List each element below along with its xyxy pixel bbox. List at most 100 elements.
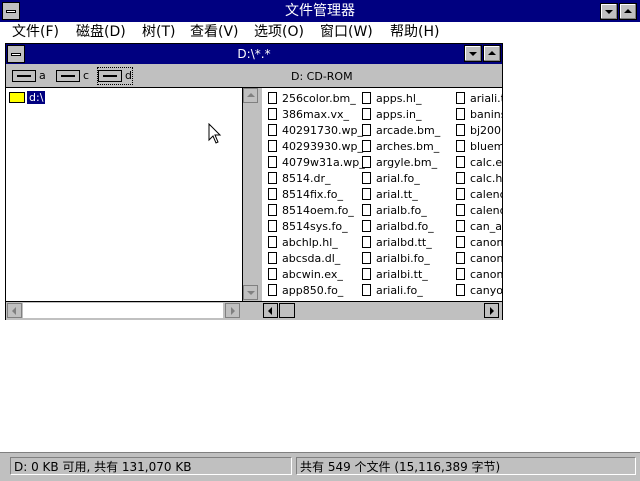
file-item[interactable]: canon — [456, 234, 502, 250]
child-minimize-button[interactable] — [464, 45, 482, 62]
file-item[interactable]: bj200. — [456, 122, 502, 138]
file-name: 256color.bm_ — [282, 91, 356, 105]
file-scroll-left-button[interactable] — [263, 303, 278, 318]
file-item[interactable]: arialbi.fo_ — [362, 250, 440, 266]
menu-disk[interactable]: 磁盘(D) — [76, 23, 126, 41]
file-icon — [456, 124, 465, 136]
file-icon — [268, 252, 277, 264]
file-icon — [268, 204, 277, 216]
file-name: 8514fix.fo_ — [282, 187, 344, 201]
file-item[interactable]: 8514oem.fo_ — [268, 202, 365, 218]
menu-view[interactable]: 查看(V) — [190, 23, 239, 41]
file-item[interactable]: arialbi.tt_ — [362, 266, 440, 282]
child-maximize-button[interactable] — [483, 45, 501, 62]
file-icon — [362, 140, 371, 152]
file-item[interactable]: calend — [456, 186, 502, 202]
file-name: arialbd.tt_ — [376, 235, 432, 249]
scroll-track[interactable] — [23, 303, 223, 318]
file-item[interactable]: abcsda.dl_ — [268, 250, 365, 266]
file-item[interactable]: app850.fo_ — [268, 282, 365, 298]
file-name: can_a — [470, 219, 502, 233]
file-item[interactable]: canyo — [456, 282, 502, 298]
file-horizontal-scrollbar[interactable] — [262, 301, 502, 320]
file-icon — [268, 188, 277, 200]
file-item[interactable]: arialbd.tt_ — [362, 234, 440, 250]
file-item[interactable]: abchlp.hl_ — [268, 234, 365, 250]
split-bar[interactable] — [242, 301, 262, 320]
file-icon — [456, 108, 465, 120]
file-item[interactable]: arial.fo_ — [362, 170, 440, 186]
maximize-button[interactable] — [619, 3, 637, 20]
file-item[interactable]: 8514sys.fo_ — [268, 218, 365, 234]
file-item[interactable]: apps.in_ — [362, 106, 440, 122]
scroll-down-button[interactable] — [243, 285, 258, 300]
file-item[interactable]: arial.tt_ — [362, 186, 440, 202]
file-item[interactable]: arialbd.fo_ — [362, 218, 440, 234]
file-item[interactable]: 8514fix.fo_ — [268, 186, 365, 202]
file-icon — [362, 172, 371, 184]
file-icon — [362, 92, 371, 104]
file-name: canon — [470, 235, 502, 249]
file-icon — [456, 236, 465, 248]
file-item[interactable]: abcwin.ex_ — [268, 266, 365, 282]
file-name: arial.tt_ — [376, 187, 418, 201]
file-item[interactable]: canon — [456, 266, 502, 282]
menu-window[interactable]: 窗口(W) — [320, 23, 373, 41]
file-scroll-track[interactable] — [297, 303, 482, 318]
directory-window-title-bar[interactable]: D:\*.* — [6, 44, 502, 64]
menu-tree[interactable]: 树(T) — [142, 23, 175, 41]
file-item[interactable]: banins — [456, 106, 502, 122]
file-item[interactable]: 4079w31a.wp_ — [268, 154, 365, 170]
file-icon — [268, 284, 277, 296]
file-name: apps.hl_ — [376, 91, 422, 105]
file-item[interactable]: arcade.bm_ — [362, 122, 440, 138]
file-item[interactable]: calend — [456, 202, 502, 218]
file-item[interactable]: 8514.dr_ — [268, 170, 365, 186]
file-name: bluem — [470, 139, 502, 153]
file-icon — [268, 140, 277, 152]
drive-d[interactable]: d — [97, 67, 133, 85]
directory-tree-pane[interactable]: d:\ — [6, 88, 243, 301]
file-item[interactable]: calc.e — [456, 154, 502, 170]
scroll-right-button[interactable] — [225, 303, 240, 318]
mouse-pointer-icon — [208, 123, 222, 144]
drive-c[interactable]: c — [56, 68, 89, 84]
file-list-pane[interactable]: 256color.bm_ 386max.vx_ 40291730.wp_ 402939… — [262, 88, 502, 301]
tree-vertical-scrollbar[interactable] — [242, 88, 259, 301]
file-item[interactable]: 40293930.wp_ — [268, 138, 365, 154]
file-item[interactable]: bluem — [456, 138, 502, 154]
drive-a[interactable]: a — [12, 68, 46, 84]
file-name: arialb.fo_ — [376, 203, 427, 217]
file-icon — [268, 220, 277, 232]
tree-item-root[interactable]: d:\ — [9, 90, 46, 104]
file-column-2: apps.hl_ apps.in_ arcade.bm_ arches.bm_ argy… — [362, 90, 440, 298]
file-name: banins — [470, 107, 502, 121]
file-item[interactable]: ariali.fo_ — [362, 282, 440, 298]
file-item[interactable]: arches.bm_ — [362, 138, 440, 154]
minimize-button[interactable] — [600, 3, 618, 20]
file-item[interactable]: arialb.fo_ — [362, 202, 440, 218]
menu-help[interactable]: 帮助(H) — [390, 23, 439, 41]
file-item[interactable]: can_a — [456, 218, 502, 234]
status-free-space: D: 0 KB 可用, 共有 131,070 KB — [10, 457, 292, 475]
scroll-up-button[interactable] — [243, 88, 258, 103]
file-item[interactable]: 256color.bm_ — [268, 90, 365, 106]
file-item[interactable]: 386max.vx_ — [268, 106, 365, 122]
file-item[interactable]: ariali.tt — [456, 90, 502, 106]
file-icon — [456, 140, 465, 152]
scroll-left-button[interactable] — [7, 303, 22, 318]
file-item[interactable]: canon — [456, 250, 502, 266]
tree-horizontal-scrollbar[interactable] — [6, 301, 242, 320]
menu-bar: 文件(F) 磁盘(D) 树(T) 查看(V) 选项(O) 窗口(W) 帮助(H) — [0, 22, 640, 42]
file-name: calend — [470, 203, 502, 217]
file-scroll-right-button[interactable] — [484, 303, 499, 318]
file-item[interactable]: 40291730.wp_ — [268, 122, 365, 138]
file-icon — [456, 252, 465, 264]
scroll-thumb[interactable] — [279, 303, 295, 318]
file-item[interactable]: argyle.bm_ — [362, 154, 440, 170]
file-item[interactable]: apps.hl_ — [362, 90, 440, 106]
menu-file[interactable]: 文件(F) — [12, 23, 59, 41]
file-item[interactable]: calc.h — [456, 170, 502, 186]
menu-options[interactable]: 选项(O) — [254, 23, 304, 41]
file-icon — [268, 236, 277, 248]
